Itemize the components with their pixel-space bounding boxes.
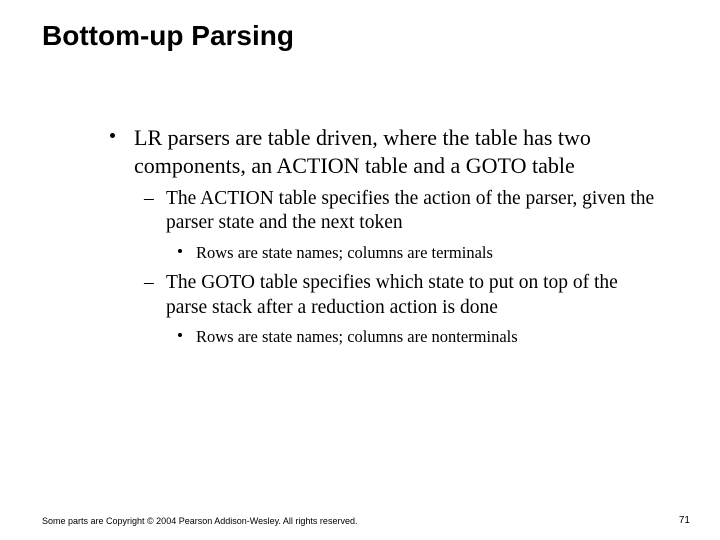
bullet-level-2: – The GOTO table specifies which state t… [104,271,660,320]
footer-copyright: Some parts are Copyright © 2004 Pearson … [42,516,357,526]
bullet-level-3: Rows are state names; columns are nonter… [104,326,660,347]
bullet-dot-icon [110,133,115,138]
bullet-level-1: LR parsers are table driven, where the t… [104,124,660,179]
bullet-l1-text: LR parsers are table driven, where the t… [134,125,591,178]
bullet-l3a-text: Rows are state names; columns are termin… [196,243,493,262]
bullet-dash-icon: – [144,187,154,211]
page-number: 71 [679,515,690,526]
bullet-l3b-text: Rows are state names; columns are nonter… [196,327,518,346]
bullet-dot-small-icon [178,333,182,337]
bullet-l2a-text: The ACTION table specifies the action of… [166,188,654,233]
bullet-l2b-text: The GOTO table specifies which state to … [166,272,618,317]
slide: Bottom-up Parsing LR parsers are table d… [0,0,720,540]
bullet-level-2: – The ACTION table specifies the action … [104,187,660,236]
slide-title: Bottom-up Parsing [42,20,294,52]
bullet-dot-small-icon [178,249,182,253]
slide-content: LR parsers are table driven, where the t… [104,124,660,355]
bullet-level-3: Rows are state names; columns are termin… [104,242,660,263]
bullet-dash-icon: – [144,271,154,295]
